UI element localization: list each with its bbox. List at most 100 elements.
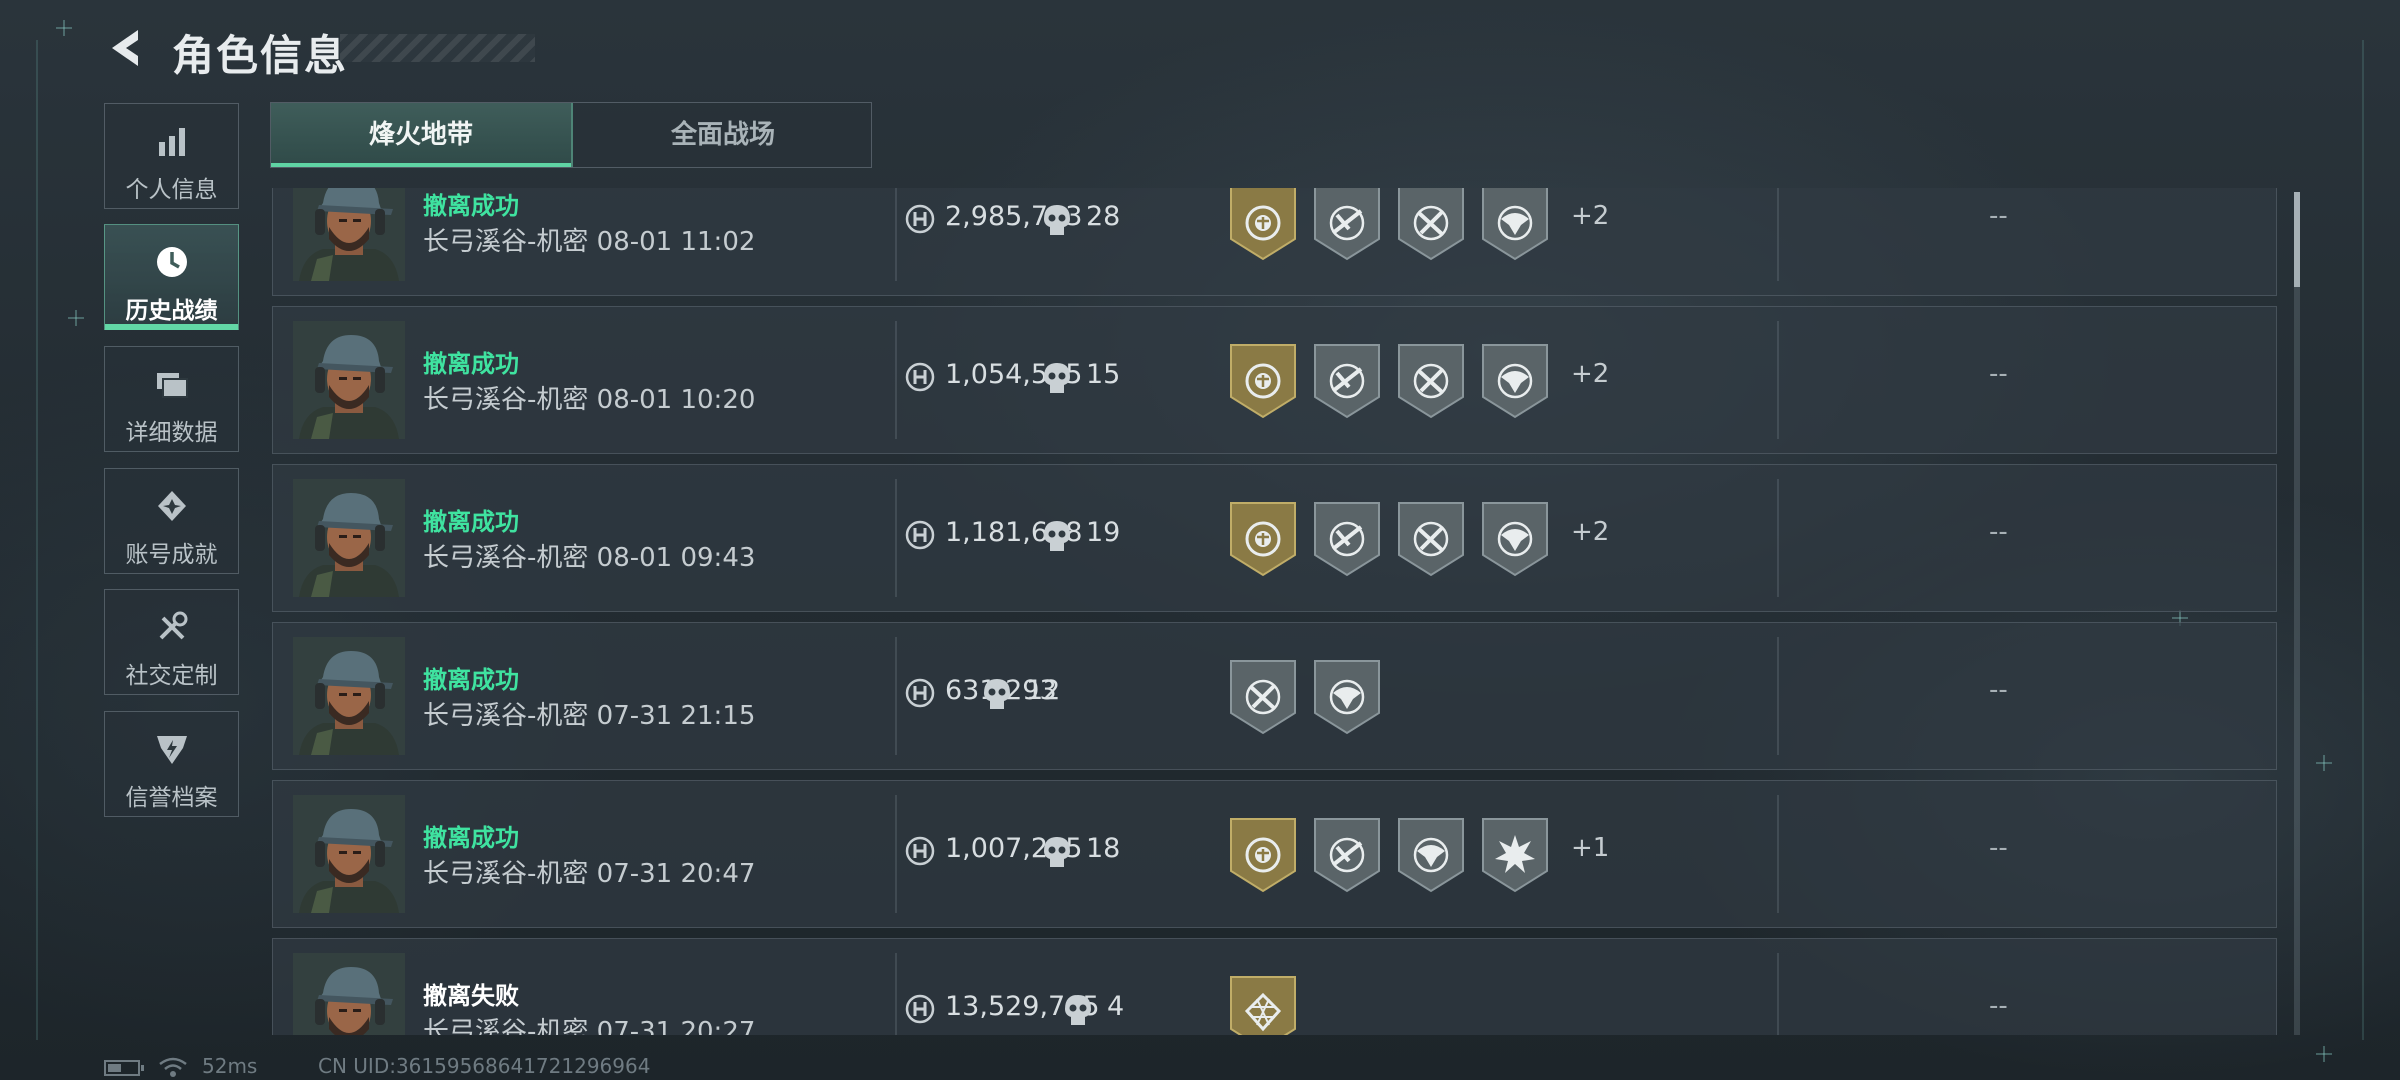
- match-time: 08-01 10:20: [596, 385, 756, 415]
- rifle-target-badge[interactable]: [1313, 817, 1381, 893]
- crossed-arms-target-badge[interactable]: [1397, 188, 1465, 261]
- crossed-arms-target-badge[interactable]: [1397, 343, 1465, 419]
- sidebar-item-credit[interactable]: 信誉档案: [104, 711, 239, 817]
- history-clock-icon: [156, 247, 187, 277]
- rifle-target-badge[interactable]: [1313, 501, 1381, 577]
- sidebar-item-label: 社交定制: [125, 663, 218, 689]
- match-row[interactable]: 撤离失败 长弓溪谷-机密 07-31 20:27 13,529,765 4 --: [272, 938, 2277, 1035]
- eagle-target-badge[interactable]: [1481, 501, 1549, 577]
- column-divider: [895, 795, 897, 913]
- more-badges-count[interactable]: +2: [1571, 359, 1609, 389]
- map-name: 长弓溪谷-机密: [423, 543, 589, 573]
- operator-avatar: [293, 795, 405, 913]
- map-name: 长弓溪谷-机密: [423, 859, 589, 889]
- skull-kills-icon: [1044, 363, 1070, 393]
- tab-battlefield[interactable]: 全面战场: [573, 103, 873, 167]
- match-row[interactable]: 撤离成功 长弓溪谷-机密 08-01 11:02 2,985,763 28 +2 --: [272, 188, 2277, 296]
- back-arrow-icon: [112, 30, 138, 66]
- match-extra-info: --: [1989, 833, 2008, 863]
- map-and-time: 长弓溪谷-机密 07-31 20:47: [423, 853, 755, 890]
- sidebar-item-label: 详细数据: [125, 420, 218, 446]
- column-divider: [1777, 479, 1779, 597]
- scrollbar-thumb[interactable]: [2294, 192, 2300, 287]
- sidebar-item-profile[interactable]: 个人信息: [104, 103, 239, 209]
- crossed-arms-target-badge[interactable]: [1229, 659, 1297, 735]
- sidebar-item-achievements[interactable]: 账号成就: [104, 468, 239, 574]
- back-button[interactable]: [104, 26, 148, 70]
- map-name: 长弓溪谷-机密: [423, 227, 589, 257]
- achievement-icon: [157, 491, 186, 521]
- hud-cross: [68, 310, 84, 326]
- currency-coin-icon: [905, 678, 935, 708]
- kill-count: 12: [1026, 675, 1061, 706]
- currency-coin-icon: [905, 204, 935, 234]
- match-time: 07-31 20:27: [596, 1017, 756, 1035]
- match-extra-info: --: [1989, 517, 2008, 547]
- explosion-badge[interactable]: [1481, 817, 1549, 893]
- match-extra-info: --: [1989, 201, 2008, 231]
- sidebar-item-label: 信誉档案: [125, 785, 218, 811]
- hud-line-left: [36, 40, 38, 1040]
- sidebar-item-social[interactable]: 社交定制: [104, 589, 239, 695]
- crossed-arms-target-badge[interactable]: [1397, 501, 1465, 577]
- match-row[interactable]: 撤离成功长弓溪谷-机密 07-31 21:15631,29312--: [272, 622, 2277, 770]
- match-time: 07-31 21:15: [596, 701, 756, 731]
- more-badges-count[interactable]: +2: [1571, 517, 1609, 547]
- column-divider: [895, 479, 897, 597]
- skull-kills-icon: [984, 679, 1010, 709]
- column-divider: [1777, 795, 1779, 913]
- currency-coin-icon: [905, 520, 935, 550]
- operator-avatar: [293, 479, 405, 597]
- sidebar-item-history[interactable]: 历史战绩: [104, 224, 239, 330]
- eagle-target-badge[interactable]: [1481, 188, 1549, 261]
- hud-cross: [2316, 1046, 2332, 1062]
- sidebar-item-label: 历史战绩: [125, 298, 218, 324]
- rifle-target-badge[interactable]: [1313, 188, 1381, 261]
- match-extra-info: --: [1989, 991, 2008, 1021]
- extraction-status: 撤离成功: [423, 350, 519, 378]
- extraction-status: 撤离成功: [423, 192, 519, 220]
- kill-count: 15: [1086, 359, 1121, 390]
- more-badges-count[interactable]: +2: [1571, 201, 1609, 231]
- operator-avatar: [293, 188, 405, 281]
- bar-chart-icon: [158, 128, 185, 156]
- column-divider: [895, 188, 897, 281]
- gold-emblem-badge[interactable]: [1229, 188, 1297, 261]
- currency-coin-icon: [905, 836, 935, 866]
- kill-count: 18: [1086, 833, 1121, 864]
- column-divider: [1777, 321, 1779, 439]
- map-and-time: 长弓溪谷-机密 07-31 20:27: [423, 1011, 755, 1035]
- gold-emblem-badge[interactable]: [1229, 343, 1297, 419]
- match-row[interactable]: 撤离成功 长弓溪谷-机密 08-01 10:20 1,054,595 15 +2 --: [272, 306, 2277, 454]
- column-divider: [1777, 188, 1779, 281]
- gold-lattice-badge[interactable]: [1229, 975, 1297, 1035]
- sidebar-item-label: 账号成就: [125, 542, 218, 568]
- gold-emblem-badge[interactable]: [1229, 817, 1297, 893]
- column-divider: [895, 637, 897, 755]
- column-divider: [1777, 637, 1779, 755]
- title-decoration: [340, 34, 535, 62]
- kill-count: 4: [1107, 991, 1125, 1022]
- map-name: 长弓溪谷-机密: [423, 1017, 589, 1035]
- match-row[interactable]: 撤离成功 长弓溪谷-机密 07-31 20:47 1,007,205 18 +1 --: [272, 780, 2277, 928]
- battery-icon: [104, 1060, 144, 1076]
- match-row[interactable]: 撤离成功 长弓溪谷-机密 08-01 09:43 1,181,618 19 +2 --: [272, 464, 2277, 612]
- extraction-status: 撤离成功: [423, 824, 519, 852]
- rifle-target-badge[interactable]: [1313, 343, 1381, 419]
- more-badges-count[interactable]: +1: [1571, 833, 1609, 863]
- eagle-target-badge[interactable]: [1481, 343, 1549, 419]
- kill-count: 28: [1086, 201, 1121, 232]
- gold-emblem-badge[interactable]: [1229, 501, 1297, 577]
- wifi-icon: [159, 1057, 187, 1077]
- tab-warzone[interactable]: 烽火地带: [271, 103, 571, 167]
- eagle-target-badge[interactable]: [1313, 659, 1381, 735]
- scrollbar[interactable]: [2294, 192, 2300, 1035]
- extraction-status: 撤离成功: [423, 666, 519, 694]
- extraction-status: 撤离成功: [423, 508, 519, 536]
- column-divider: [1777, 953, 1779, 1035]
- sidebar-item-details[interactable]: 详细数据: [104, 346, 239, 452]
- hud-cross: [2316, 755, 2332, 771]
- ping-value: 52ms: [202, 1054, 258, 1078]
- eagle-target-badge[interactable]: [1397, 817, 1465, 893]
- skull-kills-icon: [1044, 837, 1070, 867]
